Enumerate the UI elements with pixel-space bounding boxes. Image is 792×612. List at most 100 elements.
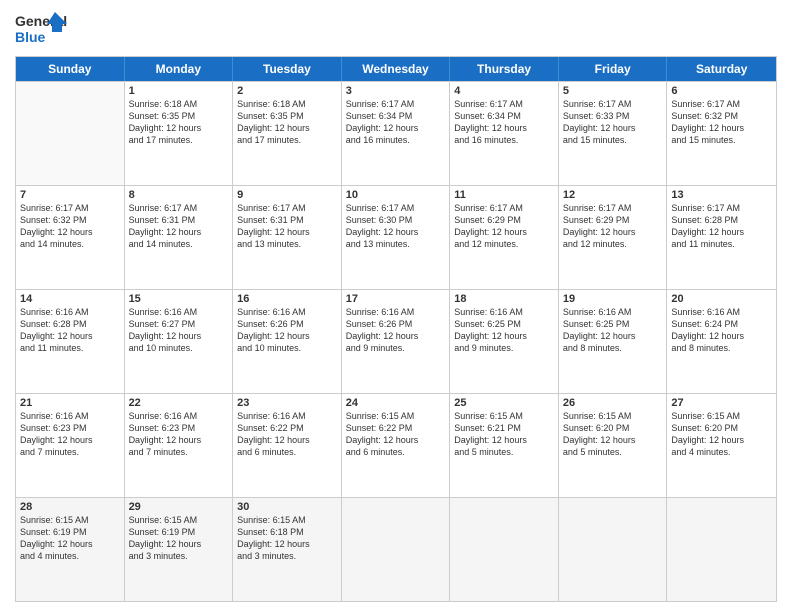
svg-text:Blue: Blue [15,29,46,45]
day-header-tuesday: Tuesday [233,57,342,81]
cell-info: Sunrise: 6:16 AMSunset: 6:28 PMDaylight:… [20,306,120,355]
cell-info: Sunrise: 6:15 AMSunset: 6:18 PMDaylight:… [237,514,337,563]
calendar-cell [16,82,125,185]
cell-date: 26 [563,397,663,409]
cell-date: 2 [237,85,337,97]
cell-info: Sunrise: 6:17 AMSunset: 6:32 PMDaylight:… [20,202,120,251]
calendar-cell: 4Sunrise: 6:17 AMSunset: 6:34 PMDaylight… [450,82,559,185]
cell-date: 30 [237,501,337,513]
cell-info: Sunrise: 6:18 AMSunset: 6:35 PMDaylight:… [237,98,337,147]
calendar-cell: 27Sunrise: 6:15 AMSunset: 6:20 PMDayligh… [667,394,776,497]
cell-info: Sunrise: 6:17 AMSunset: 6:29 PMDaylight:… [563,202,663,251]
cell-date: 17 [346,293,446,305]
logo-svg: GeneralBlue [15,10,70,48]
day-header-saturday: Saturday [667,57,776,81]
calendar-cell: 9Sunrise: 6:17 AMSunset: 6:31 PMDaylight… [233,186,342,289]
cell-info: Sunrise: 6:16 AMSunset: 6:25 PMDaylight:… [454,306,554,355]
calendar-cell [342,498,451,601]
cell-info: Sunrise: 6:15 AMSunset: 6:20 PMDaylight:… [671,410,772,459]
cell-info: Sunrise: 6:16 AMSunset: 6:25 PMDaylight:… [563,306,663,355]
cell-info: Sunrise: 6:17 AMSunset: 6:28 PMDaylight:… [671,202,772,251]
calendar-cell: 23Sunrise: 6:16 AMSunset: 6:22 PMDayligh… [233,394,342,497]
cell-info: Sunrise: 6:16 AMSunset: 6:27 PMDaylight:… [129,306,229,355]
cell-date: 9 [237,189,337,201]
cell-date: 8 [129,189,229,201]
calendar-cell: 20Sunrise: 6:16 AMSunset: 6:24 PMDayligh… [667,290,776,393]
calendar-row: 21Sunrise: 6:16 AMSunset: 6:23 PMDayligh… [16,393,776,497]
cell-date: 6 [671,85,772,97]
cell-date: 12 [563,189,663,201]
cell-date: 27 [671,397,772,409]
calendar-row: 1Sunrise: 6:18 AMSunset: 6:35 PMDaylight… [16,81,776,185]
cell-info: Sunrise: 6:17 AMSunset: 6:31 PMDaylight:… [129,202,229,251]
calendar-cell: 10Sunrise: 6:17 AMSunset: 6:30 PMDayligh… [342,186,451,289]
day-header-thursday: Thursday [450,57,559,81]
day-header-friday: Friday [559,57,668,81]
calendar-body: 1Sunrise: 6:18 AMSunset: 6:35 PMDaylight… [16,81,776,601]
cell-date: 29 [129,501,229,513]
calendar-cell: 19Sunrise: 6:16 AMSunset: 6:25 PMDayligh… [559,290,668,393]
calendar-cell: 12Sunrise: 6:17 AMSunset: 6:29 PMDayligh… [559,186,668,289]
calendar-cell [559,498,668,601]
cell-date: 14 [20,293,120,305]
calendar-cell: 30Sunrise: 6:15 AMSunset: 6:18 PMDayligh… [233,498,342,601]
day-header-sunday: Sunday [16,57,125,81]
calendar-cell: 18Sunrise: 6:16 AMSunset: 6:25 PMDayligh… [450,290,559,393]
cell-info: Sunrise: 6:17 AMSunset: 6:33 PMDaylight:… [563,98,663,147]
calendar-cell: 24Sunrise: 6:15 AMSunset: 6:22 PMDayligh… [342,394,451,497]
cell-info: Sunrise: 6:17 AMSunset: 6:29 PMDaylight:… [454,202,554,251]
cell-date: 23 [237,397,337,409]
cell-info: Sunrise: 6:15 AMSunset: 6:19 PMDaylight:… [20,514,120,563]
cell-date: 20 [671,293,772,305]
cell-info: Sunrise: 6:16 AMSunset: 6:23 PMDaylight:… [20,410,120,459]
cell-info: Sunrise: 6:17 AMSunset: 6:30 PMDaylight:… [346,202,446,251]
cell-date: 28 [20,501,120,513]
calendar-row: 14Sunrise: 6:16 AMSunset: 6:28 PMDayligh… [16,289,776,393]
cell-info: Sunrise: 6:18 AMSunset: 6:35 PMDaylight:… [129,98,229,147]
cell-info: Sunrise: 6:17 AMSunset: 6:34 PMDaylight:… [454,98,554,147]
calendar-cell: 7Sunrise: 6:17 AMSunset: 6:32 PMDaylight… [16,186,125,289]
calendar-cell: 16Sunrise: 6:16 AMSunset: 6:26 PMDayligh… [233,290,342,393]
cell-info: Sunrise: 6:16 AMSunset: 6:24 PMDaylight:… [671,306,772,355]
cell-date: 22 [129,397,229,409]
day-header-wednesday: Wednesday [342,57,451,81]
cell-date: 13 [671,189,772,201]
cell-date: 5 [563,85,663,97]
calendar: SundayMondayTuesdayWednesdayThursdayFrid… [15,56,777,602]
cell-date: 1 [129,85,229,97]
calendar-cell: 8Sunrise: 6:17 AMSunset: 6:31 PMDaylight… [125,186,234,289]
cell-date: 25 [454,397,554,409]
cell-info: Sunrise: 6:17 AMSunset: 6:32 PMDaylight:… [671,98,772,147]
cell-info: Sunrise: 6:16 AMSunset: 6:26 PMDaylight:… [237,306,337,355]
cell-date: 10 [346,189,446,201]
calendar-cell: 29Sunrise: 6:15 AMSunset: 6:19 PMDayligh… [125,498,234,601]
cell-info: Sunrise: 6:15 AMSunset: 6:20 PMDaylight:… [563,410,663,459]
calendar-cell: 6Sunrise: 6:17 AMSunset: 6:32 PMDaylight… [667,82,776,185]
calendar-cell: 1Sunrise: 6:18 AMSunset: 6:35 PMDaylight… [125,82,234,185]
cell-date: 11 [454,189,554,201]
calendar-cell: 21Sunrise: 6:16 AMSunset: 6:23 PMDayligh… [16,394,125,497]
calendar-cell: 17Sunrise: 6:16 AMSunset: 6:26 PMDayligh… [342,290,451,393]
cell-info: Sunrise: 6:17 AMSunset: 6:31 PMDaylight:… [237,202,337,251]
cell-date: 18 [454,293,554,305]
day-headers: SundayMondayTuesdayWednesdayThursdayFrid… [16,57,776,81]
calendar-cell: 5Sunrise: 6:17 AMSunset: 6:33 PMDaylight… [559,82,668,185]
header: GeneralBlue [15,10,777,48]
cell-date: 7 [20,189,120,201]
cell-info: Sunrise: 6:16 AMSunset: 6:26 PMDaylight:… [346,306,446,355]
calendar-cell: 22Sunrise: 6:16 AMSunset: 6:23 PMDayligh… [125,394,234,497]
calendar-cell: 2Sunrise: 6:18 AMSunset: 6:35 PMDaylight… [233,82,342,185]
calendar-cell: 25Sunrise: 6:15 AMSunset: 6:21 PMDayligh… [450,394,559,497]
calendar-cell: 28Sunrise: 6:15 AMSunset: 6:19 PMDayligh… [16,498,125,601]
cell-date: 24 [346,397,446,409]
cell-info: Sunrise: 6:16 AMSunset: 6:22 PMDaylight:… [237,410,337,459]
cell-date: 19 [563,293,663,305]
cell-info: Sunrise: 6:16 AMSunset: 6:23 PMDaylight:… [129,410,229,459]
cell-info: Sunrise: 6:15 AMSunset: 6:22 PMDaylight:… [346,410,446,459]
cell-date: 3 [346,85,446,97]
cell-date: 16 [237,293,337,305]
calendar-cell: 3Sunrise: 6:17 AMSunset: 6:34 PMDaylight… [342,82,451,185]
calendar-cell [450,498,559,601]
calendar-cell: 26Sunrise: 6:15 AMSunset: 6:20 PMDayligh… [559,394,668,497]
cell-date: 15 [129,293,229,305]
